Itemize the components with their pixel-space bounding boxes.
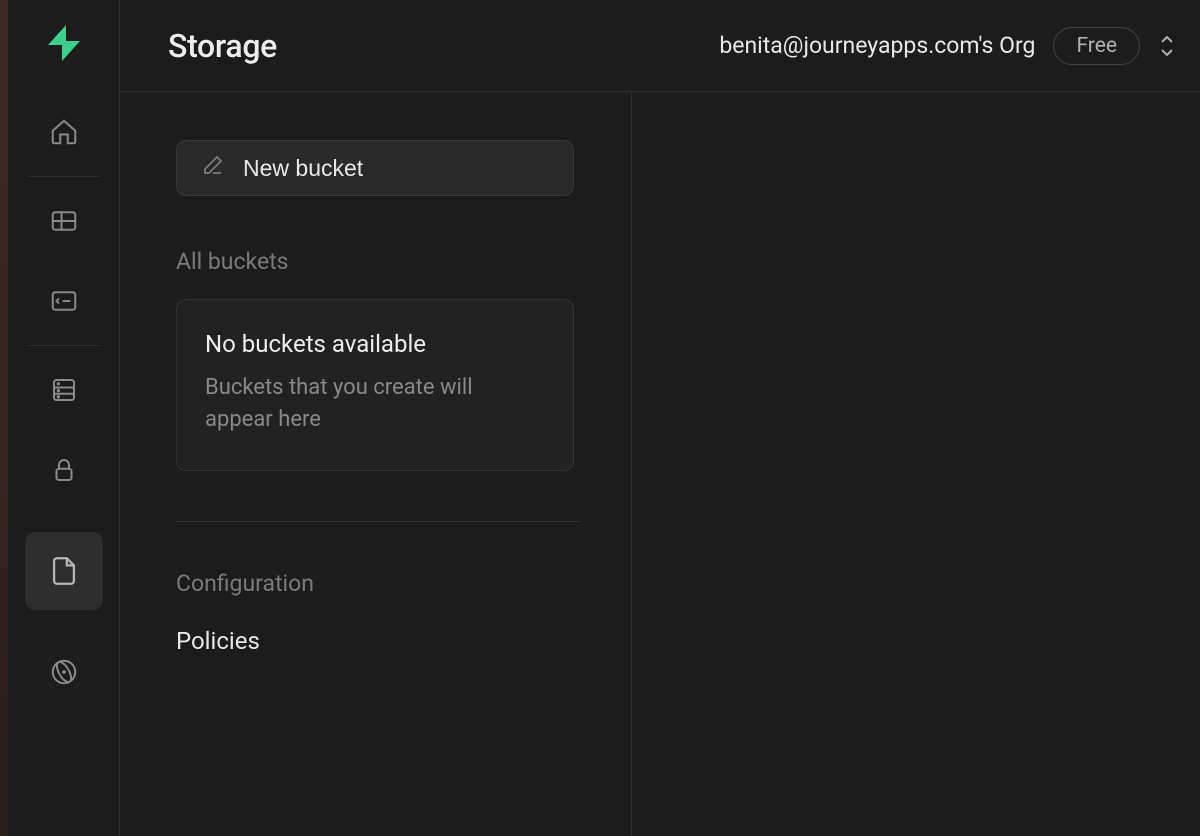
supabase-logo[interactable] xyxy=(41,20,87,66)
window-edge-sliver xyxy=(0,0,8,836)
nav-home[interactable] xyxy=(46,114,82,150)
storage-sidebar: New bucket All buckets No buckets availa… xyxy=(120,92,632,836)
nav-sql-editor[interactable] xyxy=(46,283,82,319)
rail-separator xyxy=(28,176,100,177)
org-selector-icon[interactable] xyxy=(1158,35,1176,57)
header: Storage benita@journeyapps.com's Org Fre… xyxy=(120,0,1200,92)
nav-edge-functions[interactable] xyxy=(46,654,82,690)
page-title: Storage xyxy=(168,27,277,65)
content-area xyxy=(632,92,1200,836)
rail-separator xyxy=(28,345,100,346)
nav-rail xyxy=(8,0,120,836)
divider xyxy=(176,521,580,522)
nav-storage[interactable] xyxy=(25,532,103,610)
nav-table-editor[interactable] xyxy=(46,203,82,239)
new-bucket-button[interactable]: New bucket xyxy=(176,140,574,196)
plan-badge[interactable]: Free xyxy=(1053,27,1140,65)
main-area: Storage benita@journeyapps.com's Org Fre… xyxy=(120,0,1200,836)
policies-link[interactable]: Policies xyxy=(176,627,601,655)
org-name[interactable]: benita@journeyapps.com's Org xyxy=(719,32,1035,59)
nav-database[interactable] xyxy=(46,372,82,408)
empty-subtitle: Buckets that you create will appear here xyxy=(205,372,545,436)
empty-buckets-card: No buckets available Buckets that you cr… xyxy=(176,299,574,471)
nav-auth[interactable] xyxy=(46,452,82,488)
body: New bucket All buckets No buckets availa… xyxy=(120,92,1200,836)
new-bucket-label: New bucket xyxy=(243,155,363,182)
all-buckets-label: All buckets xyxy=(176,248,601,275)
configuration-label: Configuration xyxy=(176,570,601,597)
empty-title: No buckets available xyxy=(205,330,545,358)
edit-icon xyxy=(201,153,225,183)
header-right: benita@journeyapps.com's Org Free xyxy=(719,27,1176,65)
